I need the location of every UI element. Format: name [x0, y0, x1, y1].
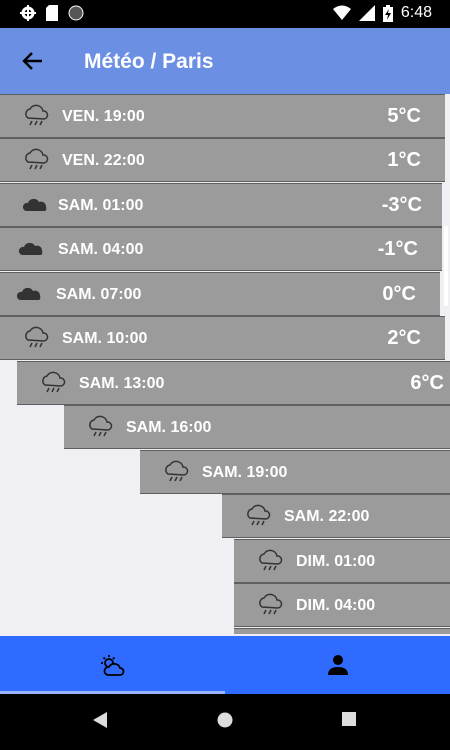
- tab-profile[interactable]: [225, 636, 450, 694]
- forecast-temp: 0°C: [382, 283, 416, 305]
- clock: 6:48: [400, 4, 432, 21]
- forecast-time: SAM. 13:00: [79, 375, 165, 392]
- profile-icon: [328, 655, 348, 675]
- forecast-row[interactable]: SAM. 01:00 -3°C: [0, 183, 442, 227]
- forecast-row[interactable]: SAM. 07:00 0°C: [0, 272, 440, 316]
- forecast-temp: 5°C: [387, 105, 421, 127]
- status-bar: 6:48: [0, 0, 450, 28]
- forecast-row[interactable]: SAM. 19:00: [140, 450, 450, 494]
- sd-card-icon: [46, 5, 58, 21]
- rain-cloud-icon: [25, 148, 49, 170]
- page-title: Météo / Paris: [84, 50, 214, 73]
- forecast-time: DIM. 04:00: [296, 597, 376, 614]
- forecast-temp: -1°C: [377, 238, 418, 260]
- scrollbar[interactable]: [444, 226, 448, 306]
- rain-cloud-icon: [259, 593, 283, 615]
- cloudy-icon: [22, 198, 47, 211]
- forecast-temp: -3°C: [381, 194, 422, 216]
- forecast-time: SAM. 19:00: [202, 464, 288, 481]
- cloudy-icon: [16, 287, 41, 300]
- tab-weather[interactable]: [0, 636, 225, 694]
- rain-cloud-icon: [42, 371, 66, 393]
- forecast-row[interactable]: VEN. 22:00 1°C: [0, 138, 445, 182]
- signal-icon: [358, 5, 375, 21]
- forecast-row[interactable]: SAM. 16:00: [64, 405, 450, 449]
- system-navigation-bar: [0, 694, 450, 750]
- forecast-temp: 1°C: [387, 149, 421, 171]
- forecast-temp: 2°C: [387, 327, 421, 349]
- wifi-icon: [332, 5, 351, 20]
- forecast-time: SAM. 07:00: [56, 286, 142, 303]
- weather-icon: [101, 655, 125, 676]
- rain-cloud-icon: [89, 415, 113, 437]
- forecast-row[interactable]: SAM. 04:00 -1°C: [0, 227, 442, 271]
- back-arrow-icon[interactable]: [20, 48, 46, 74]
- forecast-time: SAM. 22:00: [284, 508, 370, 525]
- forecast-row[interactable]: SAM. 22:00: [222, 494, 450, 538]
- forecast-row[interactable]: SAM. 10:00 2°C: [0, 316, 445, 360]
- rain-cloud-icon: [247, 504, 271, 526]
- forecast-time: VEN. 22:00: [62, 152, 145, 169]
- forecast-row[interactable]: DIM. 04:00: [234, 583, 450, 627]
- bottom-navigation: [0, 636, 450, 694]
- back-triangle-icon[interactable]: [93, 712, 107, 728]
- home-circle-icon[interactable]: [217, 712, 233, 728]
- rain-cloud-icon: [25, 104, 49, 126]
- rain-cloud-icon: [25, 326, 49, 348]
- forecast-row[interactable]: [234, 628, 450, 634]
- forecast-time: SAM. 10:00: [62, 330, 148, 347]
- forecast-row[interactable]: DIM. 01:00: [234, 539, 450, 583]
- sync-icon: [68, 5, 84, 21]
- forecast-time: VEN. 19:00: [62, 108, 145, 125]
- forecast-row[interactable]: VEN. 19:00 5°C: [0, 94, 445, 138]
- forecast-time: DIM. 01:00: [296, 553, 376, 570]
- forecast-time: SAM. 01:00: [58, 197, 144, 214]
- forecast-time: SAM. 04:00: [58, 241, 144, 258]
- settings-icon: [20, 5, 36, 21]
- cloudy-icon: [18, 242, 43, 255]
- forecast-temp: 6°C: [410, 372, 444, 394]
- app-bar: Météo / Paris: [0, 28, 450, 94]
- forecast-row[interactable]: SAM. 13:00 6°C: [17, 361, 450, 405]
- forecast-time: SAM. 16:00: [126, 419, 212, 436]
- rain-cloud-icon: [165, 460, 189, 482]
- recents-square-icon[interactable]: [342, 712, 356, 726]
- forecast-list[interactable]: VEN. 19:00 5°C VEN. 22:00 1°C SAM. 01:00…: [0, 94, 450, 634]
- rain-cloud-icon: [259, 549, 283, 571]
- battery-icon: [382, 4, 393, 22]
